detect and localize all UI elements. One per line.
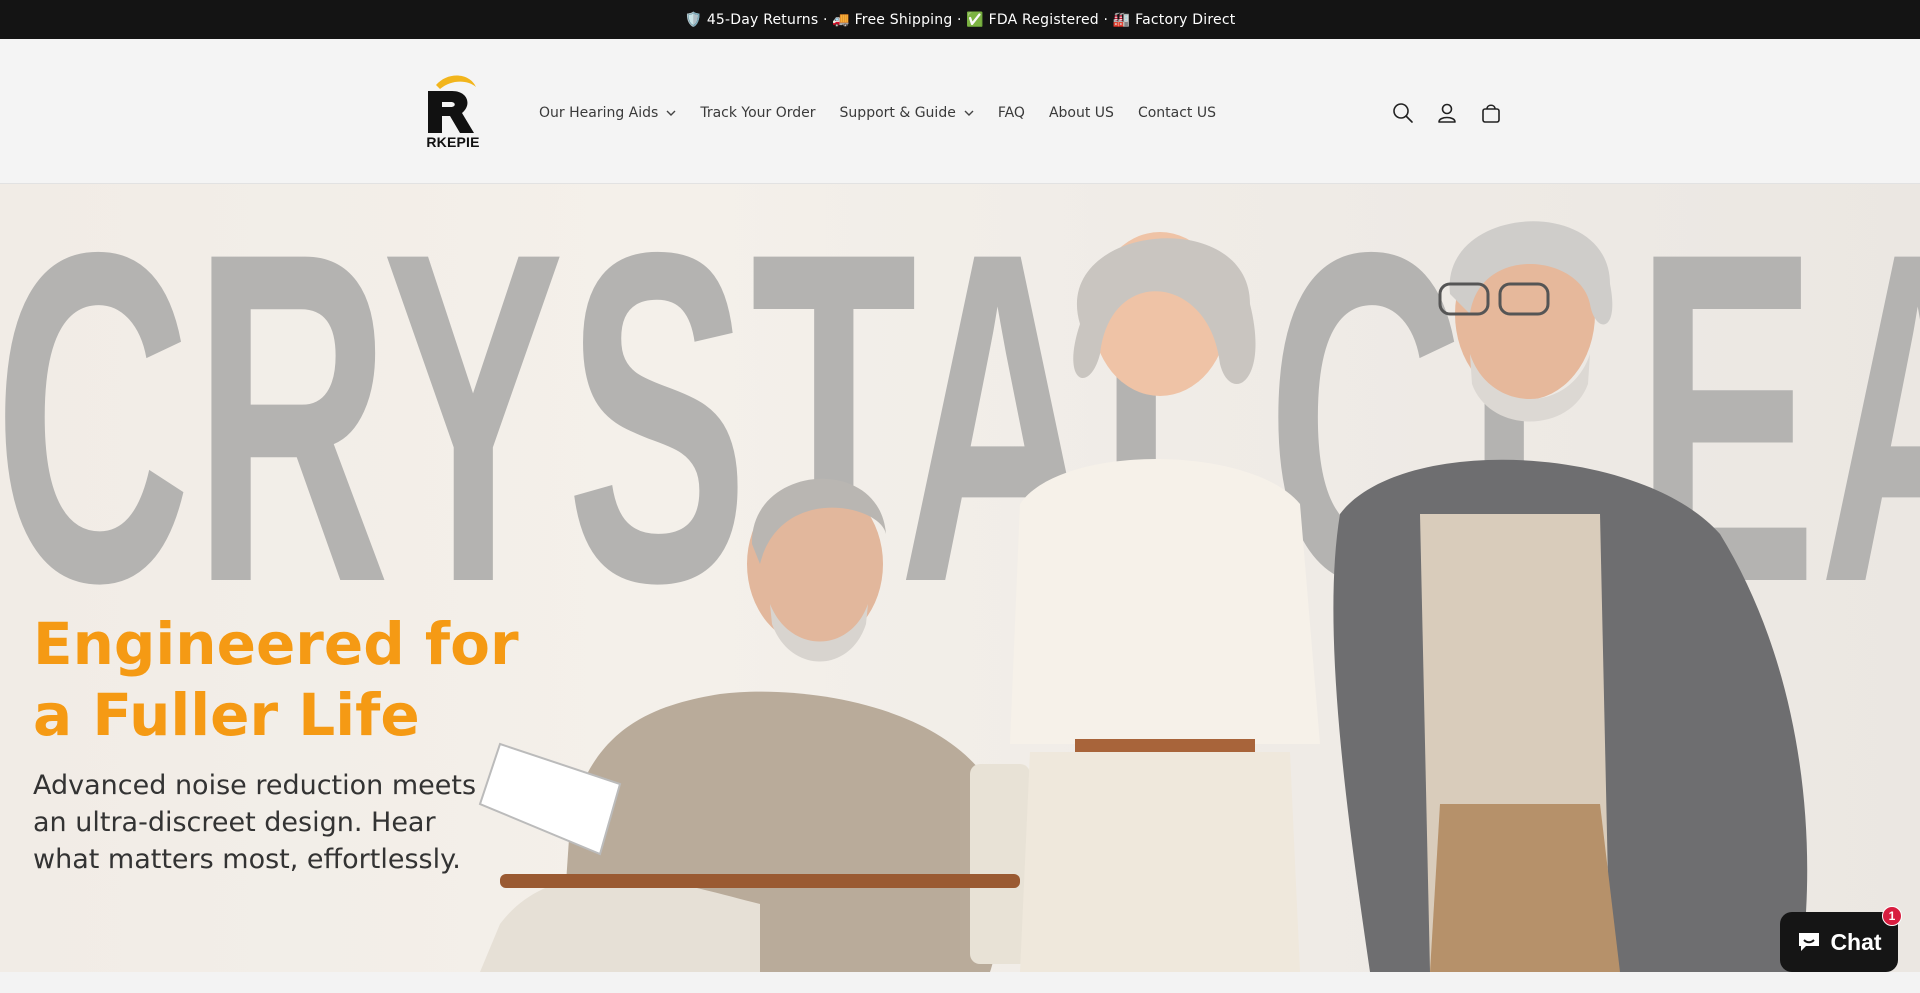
chat-button[interactable]: Chat — [1780, 912, 1898, 972]
hero-banner[interactable]: CRYSTALCLEAR — [0, 184, 1920, 972]
nav-item-about-us[interactable]: About US — [1049, 105, 1114, 121]
nav-item-contact-us[interactable]: Contact US — [1138, 105, 1216, 121]
main-nav: Our Hearing Aids Track Your Order Suppor… — [539, 101, 1240, 125]
woman-figure — [1010, 232, 1320, 972]
cart-button[interactable] — [1477, 99, 1505, 127]
nav-item-label: Our Hearing Aids — [539, 105, 659, 121]
standing-man-figure — [1333, 221, 1808, 972]
logo-mark-icon — [428, 75, 476, 133]
seated-man-figure — [478, 478, 1030, 972]
nav-item-our-hearing-aids[interactable]: Our Hearing Aids — [539, 105, 676, 121]
announcement-text: 🛡️ 45-Day Returns · 🚚 Free Shipping · ✅ … — [684, 11, 1236, 28]
page-bottom-strip — [0, 972, 1920, 993]
hero-headline-line: a Fuller Life — [33, 681, 420, 749]
hero-headline-line: Engineered for — [33, 610, 519, 678]
nav-item-label: Support & Guide — [839, 105, 956, 121]
hero-subcopy-line: Advanced noise reduction meets — [33, 770, 477, 801]
nav-item-faq[interactable]: FAQ — [998, 105, 1025, 121]
cart-icon — [1482, 104, 1500, 123]
hero-subcopy: Advanced noise reduction meets an ultra-… — [33, 767, 503, 878]
account-button[interactable] — [1433, 99, 1461, 127]
nav-item-track-your-order[interactable]: Track Your Order — [700, 105, 815, 121]
nav-item-label: Contact US — [1137, 105, 1216, 121]
search-icon — [1393, 103, 1413, 123]
nav-item-support-guide[interactable]: Support & Guide — [840, 105, 974, 121]
chat-label: Chat — [1830, 928, 1882, 955]
announcement-bar: 🛡️ 45-Day Returns · 🚚 Free Shipping · ✅ … — [0, 0, 1920, 39]
hero-subcopy-line: what matters most, effortlessly. — [33, 844, 461, 875]
nav-item-label: FAQ — [997, 105, 1025, 121]
site-header: RKEPIE Our Hearing Aids Track Your Order… — [0, 39, 1920, 184]
chevron-down-icon — [964, 110, 974, 116]
chat-notification-badge: 1 — [1882, 906, 1902, 926]
chevron-down-icon — [666, 110, 676, 116]
account-icon — [1438, 103, 1456, 123]
header-icons — [1389, 99, 1521, 127]
chat-bubble-icon — [1799, 933, 1820, 951]
hero-headline: Engineered for a Fuller Life — [33, 609, 553, 751]
logo[interactable]: RKEPIE — [418, 71, 488, 155]
search-button[interactable] — [1389, 99, 1417, 127]
nav-item-label: About US — [1048, 105, 1114, 121]
nav-item-label: Track Your Order — [700, 105, 816, 121]
logo-text: RKEPIE — [426, 134, 480, 150]
hero-subcopy-line: an ultra-discreet design. Hear — [33, 807, 436, 838]
